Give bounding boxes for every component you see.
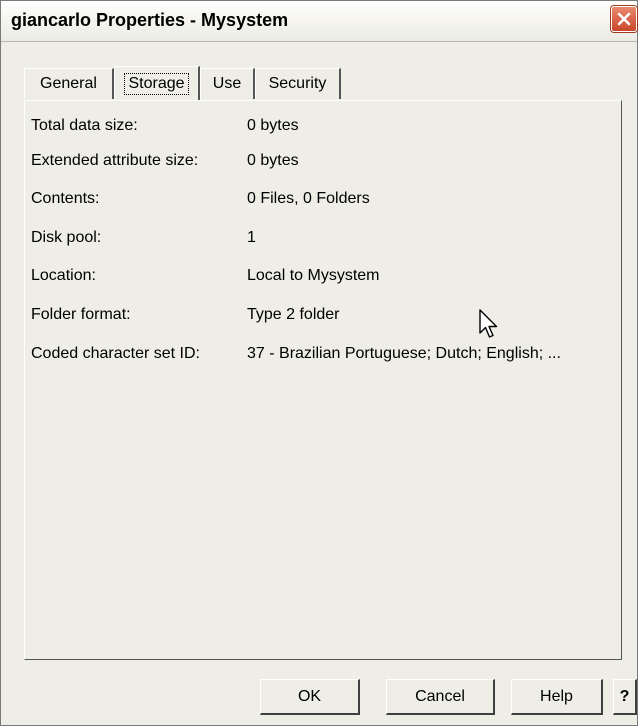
ok-button-label: OK bbox=[297, 687, 322, 705]
tab-use[interactable]: Use bbox=[200, 68, 255, 99]
property-value: 0 bytes bbox=[247, 117, 299, 134]
property-value: 37 - Brazilian Portuguese; Dutch; Englis… bbox=[247, 345, 561, 362]
cancel-button[interactable]: Cancel bbox=[386, 679, 495, 715]
cancel-button-label: Cancel bbox=[415, 687, 465, 705]
property-value: Type 2 folder bbox=[247, 306, 340, 323]
tab-storage[interactable]: Storage bbox=[114, 66, 200, 101]
tab-label: Security bbox=[268, 75, 327, 92]
property-value: 0 bytes bbox=[247, 152, 299, 169]
properties-dialog: giancarlo Properties - Mysystem General … bbox=[0, 0, 638, 726]
title-bar[interactable]: giancarlo Properties - Mysystem bbox=[1, 1, 637, 42]
property-label: Coded character set ID: bbox=[31, 345, 200, 362]
close-icon bbox=[617, 12, 631, 26]
window-title: giancarlo Properties - Mysystem bbox=[11, 10, 289, 30]
storage-panel bbox=[24, 100, 622, 660]
property-value: 0 Files, 0 Folders bbox=[247, 190, 370, 207]
mouse-pointer-icon bbox=[479, 309, 498, 338]
whats-this-button-label: ? bbox=[619, 687, 630, 705]
property-value: Local to Mysystem bbox=[247, 267, 380, 284]
property-label: Contents: bbox=[31, 190, 100, 207]
tab-label: Storage bbox=[124, 73, 189, 95]
property-label: Disk pool: bbox=[31, 229, 102, 246]
dialog-button-bar: OK Cancel Help ? bbox=[1, 677, 637, 725]
tab-label: Use bbox=[212, 75, 242, 92]
property-value: 1 bbox=[247, 229, 256, 246]
property-label: Total data size: bbox=[31, 117, 138, 134]
help-button-label: Help bbox=[540, 687, 573, 705]
property-label: Folder format: bbox=[31, 306, 131, 323]
whats-this-button[interactable]: ? bbox=[613, 679, 637, 715]
help-button[interactable]: Help bbox=[511, 679, 603, 715]
ok-button[interactable]: OK bbox=[260, 679, 360, 715]
tab-label: General bbox=[40, 75, 97, 92]
property-label: Location: bbox=[31, 267, 96, 284]
tab-security[interactable]: Security bbox=[255, 68, 341, 99]
tab-general[interactable]: General bbox=[24, 68, 114, 99]
property-label: Extended attribute size: bbox=[31, 152, 199, 169]
close-button[interactable] bbox=[611, 6, 637, 32]
